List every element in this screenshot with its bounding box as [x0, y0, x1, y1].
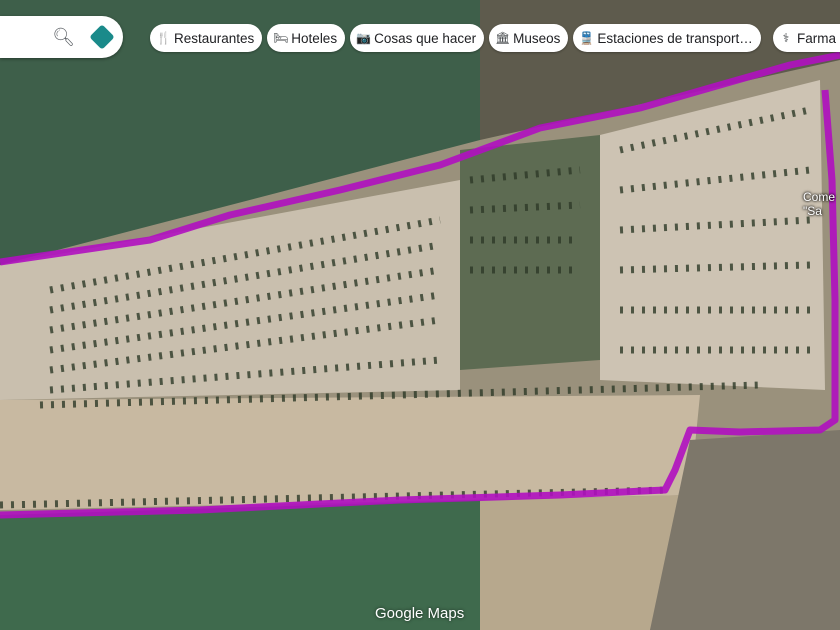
chip-label: Museos — [513, 30, 561, 46]
chip-hoteles[interactable]: 🛏 Hoteles — [267, 24, 346, 52]
chip-restaurantes[interactable]: 🍴 Restaurantes — [150, 24, 263, 52]
pharmacy-icon: ⚕ — [782, 31, 790, 45]
transit-icon: 🚆 — [579, 31, 595, 45]
directions-icon[interactable] — [89, 24, 115, 50]
chip-label: Estaciones de transport… — [597, 30, 753, 46]
poi-label[interactable]: Come "Sa — [803, 190, 835, 218]
chip-label: Restaurantes — [174, 30, 255, 46]
poi-line1: Come — [803, 190, 836, 204]
chip-farmacias[interactable]: ⚕ Farma — [772, 24, 840, 52]
bed-icon: 🛏 — [273, 31, 289, 45]
chip-label: Cosas que hacer — [374, 30, 477, 46]
fork-knife-icon: 🍴 — [156, 31, 171, 45]
chip-estaciones[interactable]: 🚆 Estaciones de transport… — [573, 24, 761, 52]
search-icon[interactable]: 🔍︎ — [52, 27, 75, 48]
chip-label: Farma — [796, 30, 836, 46]
chip-label: Hoteles — [291, 30, 338, 46]
category-chips: 🍴 Restaurantes 🛏 Hoteles 📷 Cosas que hacer … — [150, 24, 761, 52]
camera-icon: 📷 — [356, 31, 372, 45]
satellite-map[interactable] — [0, 0, 840, 630]
search-box[interactable]: 🔍︎ — [0, 16, 123, 58]
chip-cosas-que-hacer[interactable]: 📷 Cosas que hacer — [350, 24, 485, 52]
google-maps-logo: Google Maps — [375, 605, 465, 622]
museum-icon: 🏛 — [495, 31, 511, 45]
chip-museos[interactable]: 🏛 Museos — [489, 24, 569, 52]
poi-line2: "Sa — [803, 204, 822, 218]
